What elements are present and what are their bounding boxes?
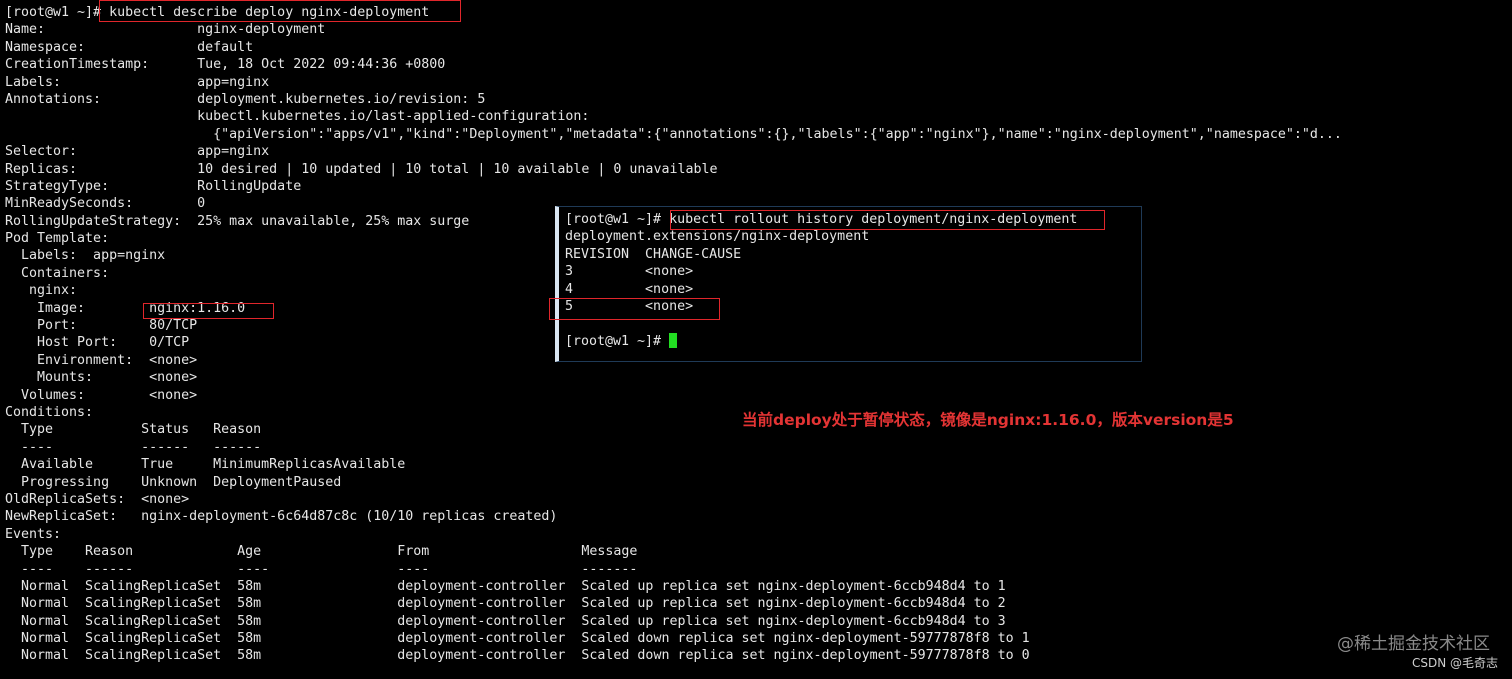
output-line: Type Reason Age From Message xyxy=(5,544,638,560)
output-line: Available True MinimumReplicasAvailable xyxy=(5,457,406,473)
event-row: Normal ScalingReplicaSet 58m deployment-… xyxy=(5,596,1006,612)
prompt-line: [root@w1 ~]# kubectl describe deploy ngi… xyxy=(5,5,430,20)
output-line: NewReplicaSet: nginx-deployment-6c64d87c… xyxy=(5,509,558,525)
history-row: 4 <none> xyxy=(565,281,694,297)
event-row: Normal ScalingReplicaSet 58m deployment-… xyxy=(5,631,1030,647)
output-line: Progressing Unknown DeploymentPaused xyxy=(5,474,342,490)
output-line: OldReplicaSets: <none> xyxy=(5,491,190,507)
output-line: Mounts: <none> xyxy=(5,370,198,386)
prompt-line[interactable]: [root@w1 ~]# xyxy=(565,332,1077,350)
output-line: Volumes: <none> xyxy=(5,387,198,403)
output-line: Events: xyxy=(5,526,62,542)
cursor-icon xyxy=(669,332,678,348)
output-line: Selector: app=nginx xyxy=(5,144,270,160)
output-line: Labels: app=nginx xyxy=(5,74,270,90)
watermark-site: @稀土掘金技术社区 xyxy=(1337,634,1490,654)
event-row: Normal ScalingReplicaSet 58m deployment-… xyxy=(5,648,1030,664)
output-line: Namespace: default xyxy=(5,39,254,55)
output-line: Replicas: 10 desired | 10 updated | 10 t… xyxy=(5,161,718,177)
history-header: REVISION CHANGE-CAUSE xyxy=(565,246,742,262)
output-line: Name: nginx-deployment xyxy=(5,22,326,38)
event-row: Normal ScalingReplicaSet 58m deployment-… xyxy=(5,578,1006,594)
output-line: deployment.extensions/nginx-deployment xyxy=(565,229,870,245)
watermark-author: CSDN @毛奇志 xyxy=(1411,656,1498,670)
output-line: CreationTimestamp: Tue, 18 Oct 2022 09:4… xyxy=(5,57,446,73)
output-line: ---- ------ ---- ---- ------- xyxy=(5,561,638,577)
prompt-line: [root@w1 ~]# kubectl rollout history dep… xyxy=(565,212,1078,227)
output-line: ---- ------ ------ xyxy=(5,439,262,455)
output-line: kubectl.kubernetes.io/last-applied-confi… xyxy=(5,109,590,125)
annotation-note: 当前deploy处于暂停状态，镜像是nginx:1.16.0，版本version… xyxy=(742,411,1234,429)
rollout-history-terminal[interactable]: [root@w1 ~]# kubectl rollout history dep… xyxy=(555,206,1142,362)
output-line: StrategyType: RollingUpdate xyxy=(5,178,302,194)
prompt-text: [root@w1 ~]# xyxy=(565,333,670,349)
output-line: Annotations: deployment.kubernetes.io/re… xyxy=(5,91,486,107)
history-row: 3 <none> xyxy=(565,264,694,280)
event-row: Normal ScalingReplicaSet 58m deployment-… xyxy=(5,613,1006,629)
history-row: 5 <none> xyxy=(565,298,694,314)
output-line: {"apiVersion":"apps/v1","kind":"Deployme… xyxy=(5,126,1342,142)
